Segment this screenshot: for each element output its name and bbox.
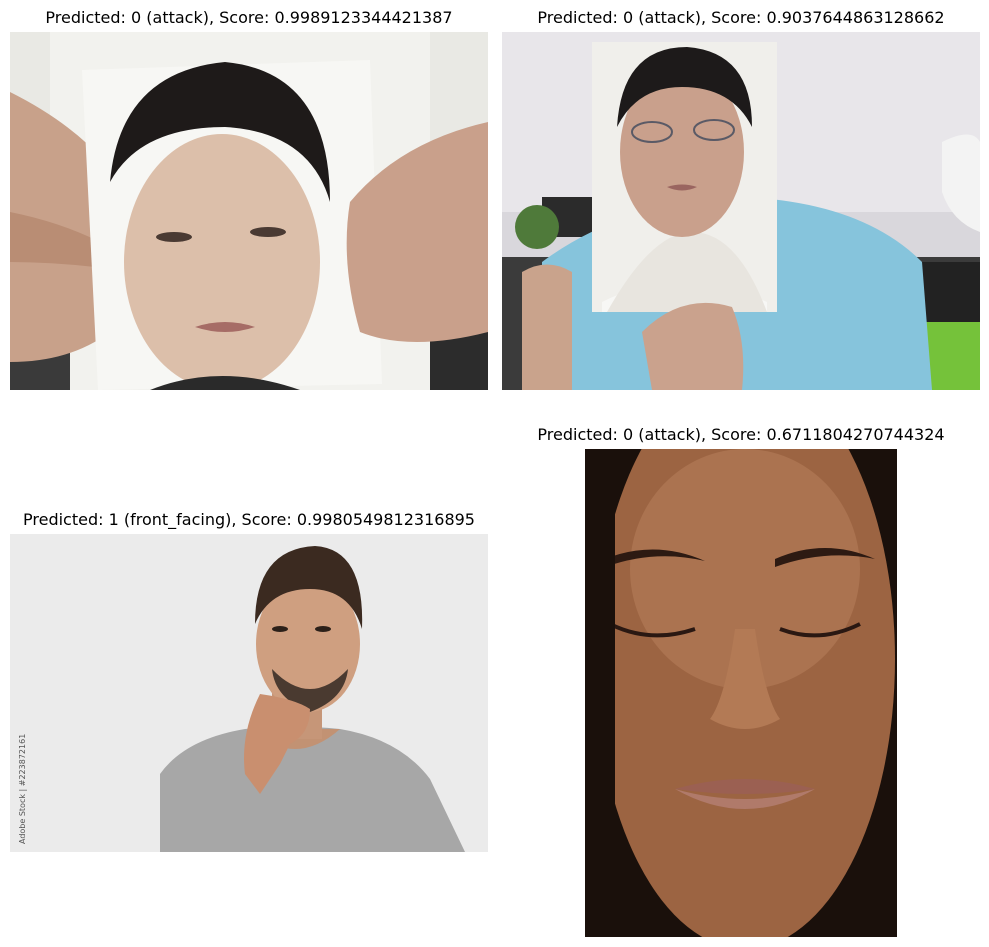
panel-2-title: Predicted: 0 (attack), Score: 0.90376448…	[537, 8, 945, 27]
panel-4-image	[585, 449, 897, 937]
panel-4-title: Predicted: 0 (attack), Score: 0.67118042…	[537, 425, 945, 444]
watermark-text: Adobe Stock | #223872161	[18, 734, 27, 844]
panel-3-image: Adobe Stock | #223872161	[10, 534, 488, 852]
panel-3-title: Predicted: 1 (front_facing), Score: 0.99…	[23, 510, 475, 529]
panel-1-title: Predicted: 0 (attack), Score: 0.99891233…	[45, 8, 453, 27]
panel-1-image	[10, 32, 488, 390]
panel-2-image	[502, 32, 980, 390]
